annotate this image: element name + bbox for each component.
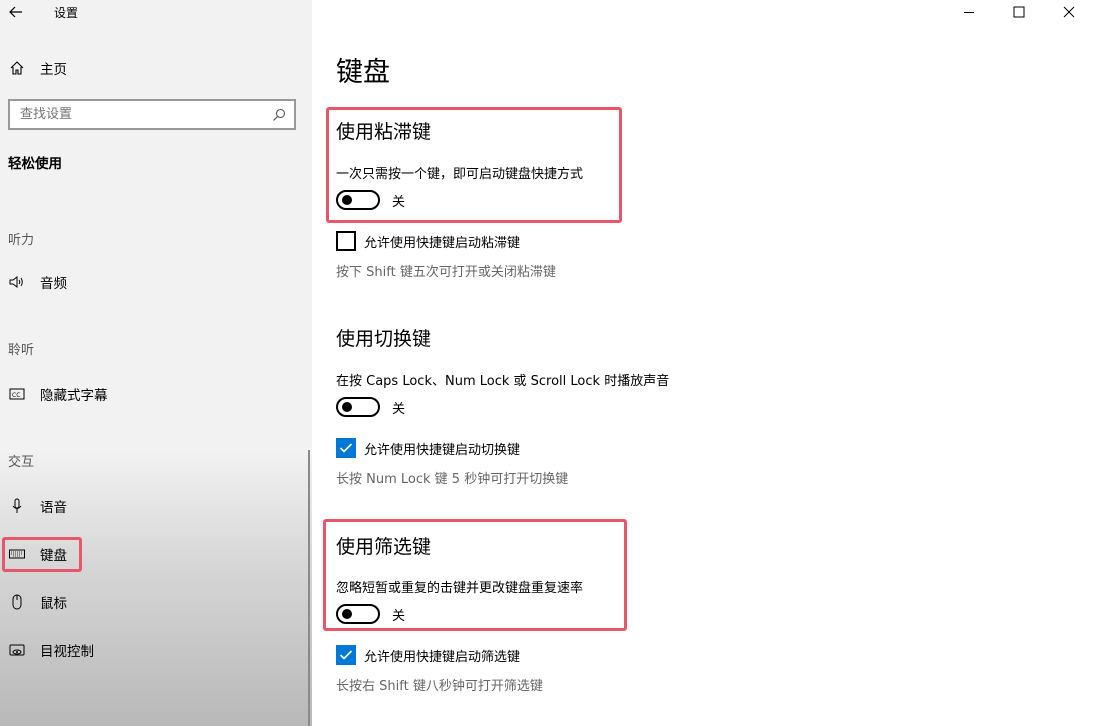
captions-icon: CC — [9, 386, 25, 402]
window-controls — [944, 0, 1094, 24]
highlight-box-filter-keys — [323, 519, 627, 631]
toggle-keys-toggle-row: 关 — [336, 397, 405, 417]
filter-keys-hint: 长按右 Shift 键八秒钟可打开筛选键 — [336, 679, 543, 694]
sidebar-item-label: 鼠标 — [40, 596, 67, 612]
checkbox-label: 允许使用快捷键启动筛选键 — [364, 649, 521, 665]
sidebar-item-label: 隐藏式字幕 — [40, 388, 108, 404]
sidebar-item-label: 主页 — [40, 62, 67, 78]
toggle-keys-shortcut-row: 允许使用快捷键启动切换键 — [336, 438, 520, 458]
maximize-button[interactable] — [994, 0, 1044, 24]
highlight-box-keyboard — [2, 537, 82, 572]
section-title: 轻松使用 — [8, 156, 62, 172]
group-label-listening: 聆听 — [8, 343, 35, 358]
toggle-keys-hint: 长按 Num Lock 键 5 秒钟可打开切换键 — [336, 472, 569, 487]
checkmark-icon — [339, 650, 353, 660]
sticky-keys-shortcut-row: 允许使用快捷键启动粘滞键 — [336, 231, 520, 251]
highlight-box-sticky-keys — [326, 107, 622, 223]
search-icon[interactable] — [272, 108, 286, 122]
filter-keys-shortcut-row: 允许使用快捷键启动筛选键 — [336, 645, 520, 665]
sticky-keys-shortcut-checkbox[interactable] — [336, 231, 356, 251]
toggle-state-label: 关 — [392, 401, 406, 417]
sidebar-item-audio[interactable]: 音频 — [0, 265, 300, 299]
sidebar-item-home[interactable]: 主页 — [0, 51, 300, 85]
checkbox-label: 允许使用快捷键启动切换键 — [364, 442, 521, 458]
sidebar-item-label: 语音 — [40, 500, 67, 516]
title-bar: 设置 — [0, 0, 78, 24]
back-button[interactable] — [0, 0, 32, 24]
close-icon — [1063, 6, 1075, 18]
minimize-icon — [964, 12, 974, 13]
sidebar-item-captions[interactable]: CC 隐藏式字幕 — [0, 377, 300, 411]
checkmark-icon — [339, 443, 353, 453]
sticky-keys-hint: 按下 Shift 键五次可打开或关闭粘滞键 — [336, 265, 556, 280]
search-input[interactable] — [20, 107, 250, 122]
speaker-icon — [9, 274, 25, 290]
page-title: 键盘 — [336, 57, 390, 88]
group-label-interaction: 交互 — [8, 455, 35, 470]
toggle-keys-toggle[interactable] — [336, 397, 380, 417]
search-field[interactable] — [8, 99, 296, 130]
sidebar-item-speech[interactable]: 语音 — [0, 489, 300, 523]
checkbox-label: 允许使用快捷键启动粘滞键 — [364, 235, 521, 251]
sidebar: 设置 主页 轻松使用 听力 音频 聆听 CC 隐藏式字幕 交互 语音 — [0, 0, 312, 726]
filter-keys-shortcut-checkbox[interactable] — [336, 645, 356, 665]
sidebar-item-label: 音频 — [40, 276, 67, 292]
minimize-button[interactable] — [944, 0, 994, 24]
microphone-icon — [9, 498, 25, 514]
eye-control-icon — [9, 642, 25, 658]
sidebar-item-label: 目视控制 — [40, 644, 94, 660]
toggle-keys-title: 使用切换键 — [336, 328, 432, 350]
home-icon — [9, 60, 25, 76]
sidebar-item-mouse[interactable]: 鼠标 — [0, 585, 300, 619]
group-label-hearing: 听力 — [8, 233, 35, 248]
maximize-icon — [1013, 6, 1025, 18]
sidebar-scrollbar[interactable] — [308, 450, 310, 726]
svg-text:CC: CC — [12, 392, 20, 399]
toggle-keys-description: 在按 Caps Lock、Num Lock 或 Scroll Lock 时播放声… — [336, 374, 670, 389]
toggle-keys-shortcut-checkbox[interactable] — [336, 438, 356, 458]
sidebar-item-eye-control[interactable]: 目视控制 — [0, 633, 300, 667]
close-button[interactable] — [1044, 0, 1094, 24]
toggle-knob — [342, 402, 352, 412]
mouse-icon — [9, 594, 25, 610]
back-arrow-icon — [9, 6, 22, 18]
app-title: 设置 — [54, 5, 79, 20]
